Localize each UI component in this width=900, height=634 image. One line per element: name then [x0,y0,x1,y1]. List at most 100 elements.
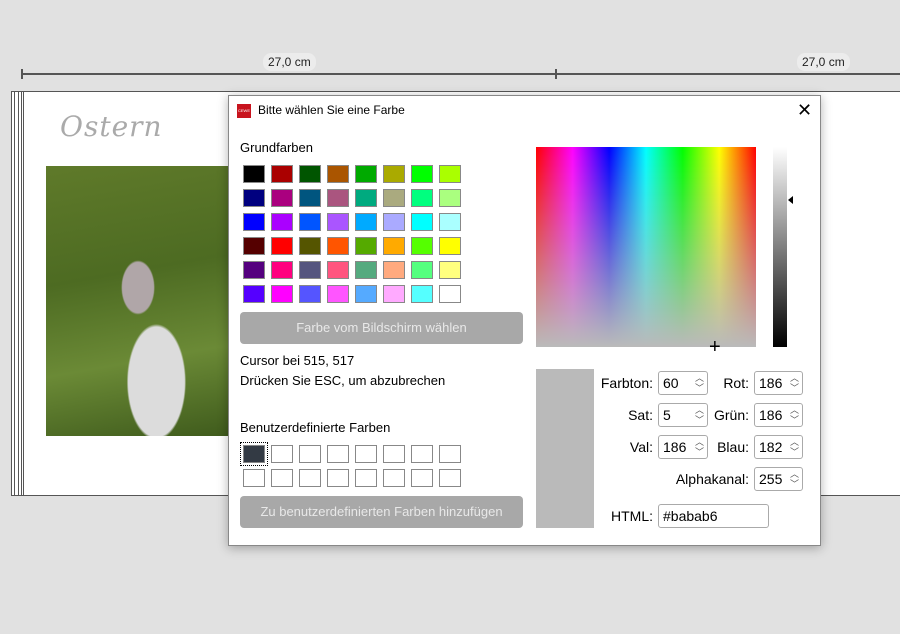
red-label: Rot: [723,375,749,391]
custom-color-swatch[interactable] [439,445,461,463]
basic-color-swatch[interactable] [327,237,349,255]
basic-color-swatch[interactable] [271,189,293,207]
sat-label: Sat: [628,407,653,423]
green-label: Grün: [713,407,749,423]
basic-color-swatch[interactable] [383,165,405,183]
basic-color-swatch[interactable] [383,213,405,231]
basic-color-swatch[interactable] [243,189,265,207]
color-spectrum[interactable]: + [536,147,756,357]
basic-color-swatch[interactable] [439,261,461,279]
basic-color-swatch[interactable] [271,213,293,231]
pick-screen-color-button[interactable]: Farbe vom Bildschirm wählen [240,312,523,344]
green-spinbox[interactable]: 186 ︿ ﹀ [754,403,803,427]
custom-color-swatch[interactable] [355,445,377,463]
basic-color-swatch[interactable] [327,213,349,231]
basic-color-swatch[interactable] [299,261,321,279]
basic-color-swatch[interactable] [355,261,377,279]
ruler-tick [555,69,557,79]
basic-color-swatch[interactable] [299,165,321,183]
basic-color-swatch[interactable] [383,237,405,255]
basic-color-swatch[interactable] [299,189,321,207]
basic-color-swatch[interactable] [355,237,377,255]
basic-color-swatch[interactable] [271,261,293,279]
spin-arrows-icon[interactable]: ︿ ﹀ [790,469,799,489]
basic-color-swatch[interactable] [355,285,377,303]
spin-arrows-icon[interactable]: ︿ ﹀ [790,405,799,425]
basic-color-swatch[interactable] [327,165,349,183]
basic-color-swatch[interactable] [243,213,265,231]
custom-color-swatch[interactable] [271,445,293,463]
basic-color-swatch[interactable] [327,189,349,207]
basic-color-swatch[interactable] [243,165,265,183]
basic-color-swatch[interactable] [271,165,293,183]
blue-spinbox[interactable]: 182 ︿ ﹀ [754,435,803,459]
custom-color-swatch[interactable] [411,469,433,487]
ruler-tick [21,69,23,79]
basic-color-swatch[interactable] [243,261,265,279]
custom-color-swatch[interactable] [243,469,265,487]
custom-color-swatch[interactable] [383,469,405,487]
basic-color-swatch[interactable] [439,165,461,183]
basic-color-swatch[interactable] [243,285,265,303]
custom-color-swatch[interactable] [327,469,349,487]
custom-color-swatch[interactable] [355,469,377,487]
luminance-slider[interactable] [773,147,787,347]
custom-color-swatch[interactable] [327,445,349,463]
basic-color-swatch[interactable] [439,285,461,303]
easter-photo[interactable] [46,166,230,436]
basic-color-swatch[interactable] [355,189,377,207]
html-input[interactable]: #babab6 [658,504,769,528]
basic-color-swatch[interactable] [411,189,433,207]
basic-color-swatch[interactable] [411,285,433,303]
basic-color-swatch[interactable] [327,261,349,279]
blue-label: Blau: [717,439,749,455]
basic-color-swatch[interactable] [439,237,461,255]
blue-value: 182 [759,439,783,455]
basic-color-swatch[interactable] [243,237,265,255]
val-label: Val: [629,439,653,455]
custom-color-swatch[interactable] [383,445,405,463]
app-icon: CEWE [237,104,251,118]
custom-colors-label: Benutzerdefinierte Farben [240,420,391,435]
basic-color-swatch[interactable] [439,213,461,231]
custom-color-swatch[interactable] [299,445,321,463]
alpha-value: 255 [759,471,783,487]
custom-color-swatch[interactable] [240,442,268,466]
basic-color-swatch[interactable] [411,165,433,183]
basic-colors-label: Grundfarben [240,140,313,155]
hue-label: Farbton: [600,375,653,391]
basic-color-swatch[interactable] [327,285,349,303]
alpha-label: Alphakanal: [675,471,749,487]
red-spinbox[interactable]: 186 ︿ ﹀ [754,371,803,395]
basic-color-swatch[interactable] [271,285,293,303]
basic-color-swatch[interactable] [299,285,321,303]
close-icon[interactable]: ✕ [797,100,812,121]
custom-color-swatch[interactable] [299,469,321,487]
basic-color-swatch[interactable] [299,237,321,255]
basic-color-swatch[interactable] [355,213,377,231]
spin-arrows-icon[interactable]: ︿ ﹀ [790,373,799,393]
basic-color-swatch[interactable] [411,213,433,231]
alpha-spinbox[interactable]: 255 ︿ ﹀ [754,467,803,491]
spin-arrows-icon[interactable]: ︿ ﹀ [790,437,799,457]
basic-color-swatch[interactable] [383,285,405,303]
page-title-text[interactable]: Ostern [60,110,163,143]
esc-hint-text: Drücken Sie ESC, um abzubrechen [240,373,446,388]
custom-color-swatch[interactable] [439,469,461,487]
ruler-label-right: 27,0 cm [797,53,850,71]
basic-color-swatch[interactable] [271,237,293,255]
luminance-arrow-icon[interactable] [788,196,793,204]
custom-color-swatch[interactable] [411,445,433,463]
basic-color-swatch[interactable] [299,213,321,231]
ruler-line [22,73,900,75]
add-custom-color-button[interactable]: Zu benutzerdefinierten Farben hinzufügen [240,496,523,528]
basic-color-swatch[interactable] [383,261,405,279]
cursor-position-text: Cursor bei 515, 517 [240,353,355,368]
basic-color-swatch[interactable] [439,189,461,207]
basic-color-swatch[interactable] [411,261,433,279]
basic-color-swatch[interactable] [411,237,433,255]
custom-color-swatch[interactable] [271,469,293,487]
basic-color-swatch[interactable] [383,189,405,207]
basic-color-swatch[interactable] [355,165,377,183]
color-dialog: CEWE Bitte wählen Sie eine Farbe ✕ Grund… [228,95,821,546]
